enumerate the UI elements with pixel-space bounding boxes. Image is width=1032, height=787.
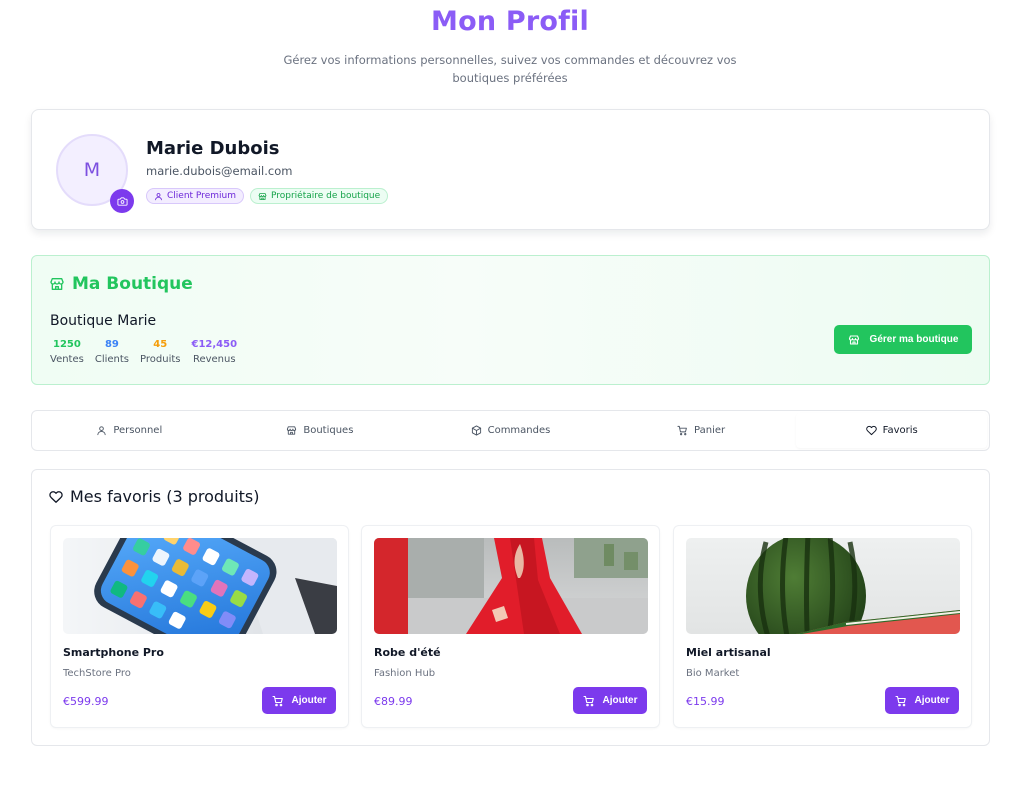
- store-icon: [287, 426, 297, 435]
- product-image[interactable]: [63, 538, 337, 634]
- cart-icon: [677, 425, 687, 436]
- stat-value: €12,450: [191, 339, 238, 350]
- my-shop-card: Ma Boutique Boutique Marie 1250 Ventes 8…: [31, 255, 990, 385]
- user-icon: [155, 192, 162, 200]
- shop-stats: 1250 Ventes 89 Clients 45 Produits €12,4…: [50, 338, 248, 368]
- add-to-cart-label: Ajouter: [291, 695, 327, 706]
- page-title: Mon Profil: [431, 6, 589, 37]
- stat-label: Revenus: [192, 354, 236, 365]
- profile-page: Mon Profil Gérez vos informations person…: [0, 0, 1032, 787]
- store-icon: [258, 192, 267, 200]
- product-price: €599.99: [63, 695, 109, 708]
- add-to-cart-button[interactable]: Ajouter: [573, 687, 647, 714]
- stat-revenue: €12,450 Revenus: [191, 338, 237, 368]
- heart-icon: [865, 425, 877, 436]
- tab-commandes[interactable]: Commandes: [415, 413, 606, 448]
- tab-favoris[interactable]: Favoris: [796, 413, 987, 448]
- tab-label: Boutiques: [303, 425, 354, 436]
- product-name[interactable]: Smartphone Pro: [63, 646, 164, 659]
- tab-label: Panier: [694, 425, 726, 436]
- shop-owner-badge: Propriétaire de boutique: [249, 188, 389, 204]
- premium-badge: Client Premium: [146, 188, 244, 204]
- camera-icon: [116, 196, 128, 206]
- tab-label: Favoris: [882, 425, 918, 436]
- premium-badge-label: Client Premium: [167, 191, 236, 201]
- tab-personnel[interactable]: Personnel: [34, 413, 225, 448]
- badge-list: Client Premium Propriétaire de boutique: [146, 188, 389, 204]
- page-subtitle: Gérez vos informations personnelles, sui…: [283, 53, 737, 85]
- stat-label: Ventes: [50, 354, 84, 365]
- add-to-cart-button[interactable]: Ajouter: [262, 687, 336, 714]
- product-price: €15.99: [686, 695, 725, 708]
- product-image[interactable]: [686, 538, 960, 634]
- product-image[interactable]: [374, 538, 648, 634]
- product-card[interactable]: Miel artisanal Bio Market €15.99 Ajouter: [673, 525, 972, 728]
- stat-value: 1250: [53, 339, 81, 350]
- user-name: Marie Dubois: [146, 138, 280, 159]
- tab-label: Personnel: [113, 425, 163, 436]
- store-icon: [848, 334, 859, 345]
- shop-section-title-label: Ma Boutique: [72, 274, 193, 294]
- package-icon: [471, 425, 481, 436]
- tab-label: Commandes: [487, 425, 551, 436]
- profile-card: M Marie Dubois marie.dubois@email.com Cl…: [31, 109, 990, 230]
- add-to-cart-label: Ajouter: [914, 695, 950, 706]
- product-card[interactable]: Robe d'été Fashion Hub €89.99 Ajouter: [361, 525, 660, 728]
- stat-sales: 1250 Ventes: [50, 338, 84, 368]
- favorites-section: Mes favoris (3 produits) Smartphone Pro …: [31, 469, 990, 746]
- cart-icon: [894, 695, 906, 706]
- manage-shop-label: Gérer ma boutique: [869, 334, 959, 345]
- product-store: Fashion Hub: [374, 668, 436, 679]
- product-card[interactable]: Smartphone Pro TechStore Pro €599.99 Ajo…: [50, 525, 349, 728]
- stat-value: 89: [104, 339, 119, 350]
- cart-icon: [582, 695, 594, 706]
- user-email: marie.dubois@email.com: [146, 164, 293, 178]
- tab-panier[interactable]: Panier: [606, 413, 797, 448]
- shop-section-title: Ma Boutique: [49, 274, 193, 294]
- product-name[interactable]: Robe d'été: [374, 646, 441, 659]
- heart-icon: [49, 490, 63, 503]
- stat-products: 45 Produits: [140, 338, 180, 368]
- stat-label: Produits: [140, 354, 181, 365]
- add-to-cart-label: Ajouter: [602, 695, 638, 706]
- favorites-title: Mes favoris (3 produits): [49, 487, 259, 506]
- user-icon: [97, 426, 106, 436]
- stat-clients: 89 Clients: [95, 338, 129, 368]
- cart-icon: [271, 695, 283, 706]
- shop-owner-badge-label: Propriétaire de boutique: [270, 191, 381, 201]
- profile-tabs: Personnel Boutiques Commandes Panier Fav…: [31, 410, 990, 451]
- product-store: Bio Market: [686, 668, 740, 679]
- manage-shop-button[interactable]: Gérer ma boutique: [834, 325, 972, 354]
- stat-label: Clients: [94, 354, 130, 365]
- product-name[interactable]: Miel artisanal: [686, 646, 771, 659]
- product-price: €89.99: [374, 695, 413, 708]
- product-store: TechStore Pro: [63, 668, 131, 679]
- change-avatar-button[interactable]: [110, 189, 134, 213]
- stat-value: 45: [153, 339, 168, 350]
- shop-name: Boutique Marie: [50, 313, 157, 329]
- tab-boutiques[interactable]: Boutiques: [225, 413, 416, 448]
- favorites-title-label: Mes favoris (3 produits): [70, 487, 260, 506]
- store-icon: [50, 278, 64, 290]
- add-to-cart-button[interactable]: Ajouter: [885, 687, 959, 714]
